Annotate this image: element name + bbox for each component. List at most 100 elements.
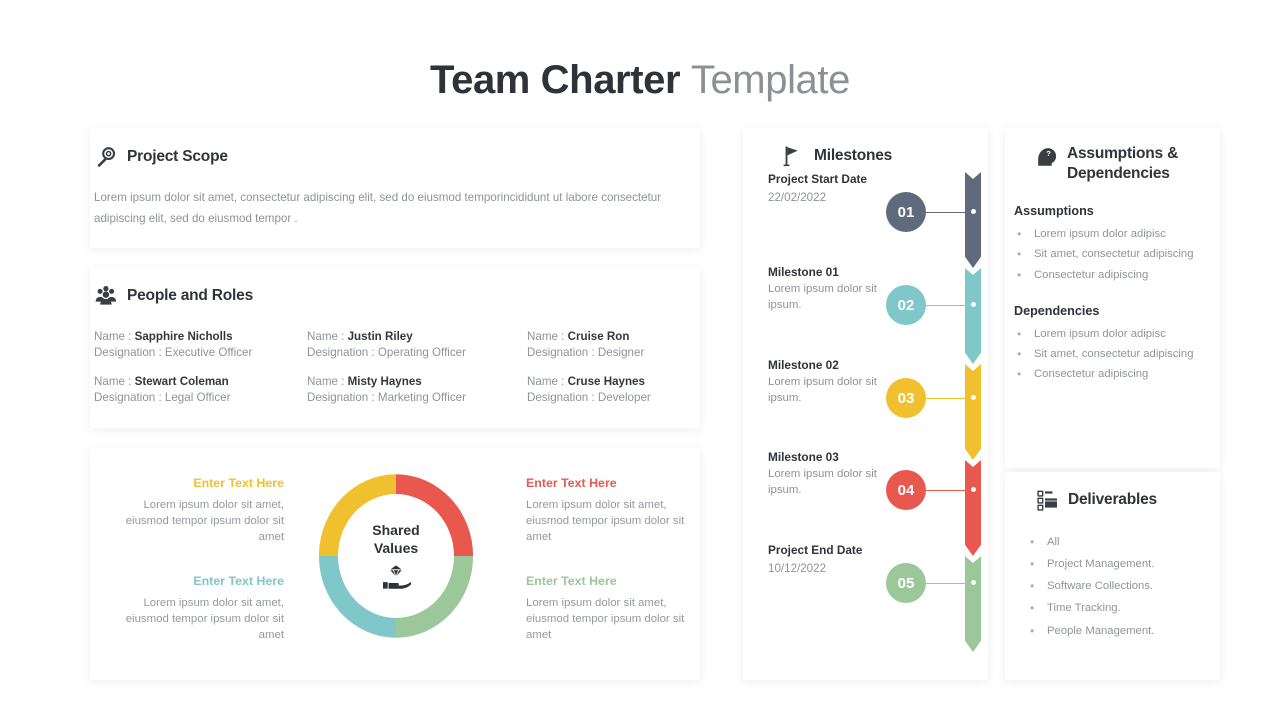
designation-label: Designation :	[94, 346, 162, 359]
milestone-row[interactable]: Milestone 02 Lorem ipsum dolor sit ipsum…	[743, 358, 988, 454]
person-designation: Marketing Officer	[377, 391, 466, 404]
milestone-date: 22/02/2022	[768, 191, 827, 204]
shared-value-label: Enter Text Here	[193, 574, 284, 588]
person-entry: Name : Misty Haynes Designation : Market…	[307, 375, 527, 404]
milestone-text: Milestone 02 Lorem ipsum dolor sit ipsum…	[768, 358, 883, 406]
milestone-title: Milestone 03	[768, 450, 839, 464]
milestone-number-badge[interactable]: 05	[886, 563, 926, 603]
deliverables-header: Deliverables	[1035, 488, 1220, 512]
assumptions-title-line2: Dependencies	[1067, 165, 1170, 183]
name-label: Name :	[307, 375, 345, 388]
page-title: Team Charter Template	[0, 58, 1280, 103]
project-scope-title: Project Scope	[127, 148, 228, 165]
milestone-row[interactable]: Milestone 03 Lorem ipsum dolor sit ipsum…	[743, 450, 988, 546]
name-label: Name :	[94, 375, 132, 388]
svg-text:?: ?	[1046, 149, 1051, 158]
donut-center-line2: Values	[373, 539, 419, 556]
milestones-header: Milestones	[781, 144, 988, 168]
shared-value-label: Enter Text Here	[526, 476, 617, 490]
milestones-timeline: Project Start Date 22/02/2022 01 Milesto…	[743, 172, 988, 672]
person-entry: Name : Cruise Ron Designation : Designer	[527, 330, 696, 359]
shared-value-top-right: Enter Text Here Lorem ipsum dolor sit am…	[526, 476, 710, 546]
milestone-connector	[924, 489, 970, 491]
donut-center-line1: Shared	[372, 521, 420, 538]
milestone-connector	[924, 582, 970, 584]
shared-value-text: Lorem ipsum dolor sit amet, eiusmod temp…	[125, 597, 284, 642]
shared-value-top-left: Enter Text Here Lorem ipsum dolor sit am…	[100, 476, 284, 546]
milestone-connector	[924, 211, 970, 213]
milestone-title: Milestone 01	[768, 265, 839, 279]
milestone-dot	[970, 395, 976, 400]
assumption-item: Consectetur adipiscing	[1014, 266, 1220, 284]
milestone-row[interactable]: Project Start Date 22/02/2022 01	[743, 172, 988, 268]
shared-value-text: Lorem ipsum dolor sit amet, eiusmod temp…	[125, 499, 284, 544]
milestone-row[interactable]: Project End Date 10/12/2022 05	[743, 543, 988, 639]
people-group-icon	[94, 284, 118, 308]
magnifier-icon	[94, 145, 118, 169]
project-scope-card: Project Scope Lorem ipsum dolor sit amet…	[90, 128, 700, 248]
milestone-number-badge[interactable]: 04	[886, 470, 926, 510]
person-name: Misty Haynes	[347, 375, 422, 388]
name-label: Name :	[94, 330, 132, 343]
name-label: Name :	[527, 330, 565, 343]
assumptions-dependencies-title: Assumptions & Dependencies	[1067, 144, 1178, 184]
milestone-title: Project End Date	[768, 543, 863, 557]
assumptions-list: Lorem ipsum dolor adipisc Sit amet, cons…	[1014, 225, 1220, 284]
page-title-sub: Template	[690, 58, 851, 102]
shared-value-label: Enter Text Here	[526, 574, 617, 588]
designation-label: Designation :	[94, 391, 162, 404]
person-entry: Name : Sapphire Nicholls Designation : E…	[94, 330, 307, 359]
person-entry: Name : Stewart Coleman Designation : Leg…	[94, 375, 307, 404]
milestone-desc: Lorem ipsum dolor sit ipsum.	[768, 468, 877, 497]
milestone-dot	[970, 302, 976, 307]
person-designation: Operating Officer	[377, 346, 466, 359]
designation-label: Designation :	[307, 391, 375, 404]
assumptions-title-line1: Assumptions &	[1067, 145, 1179, 162]
milestone-text: Milestone 01 Lorem ipsum dolor sit ipsum…	[768, 265, 883, 313]
milestone-desc: Lorem ipsum dolor sit ipsum.	[768, 376, 877, 405]
person-name: Cruse Haynes	[567, 375, 645, 388]
assumptions-subheading: Assumptions	[1014, 204, 1094, 219]
person-name: Sapphire Nicholls	[134, 330, 233, 343]
assumption-item: Sit amet, consectetur adipiscing	[1014, 245, 1220, 263]
shared-values-card: Enter Text Here Lorem ipsum dolor sit am…	[90, 448, 700, 680]
shared-value-text: Lorem ipsum dolor sit amet, eiusmod temp…	[526, 499, 685, 544]
milestone-dot	[970, 580, 976, 585]
shared-values-donut: Shared Values	[302, 456, 490, 656]
deliverable-item: Project Management.	[1027, 555, 1220, 573]
shared-value-label: Enter Text Here	[193, 476, 284, 490]
milestone-connector	[924, 397, 970, 399]
milestone-dot	[970, 487, 976, 492]
person-entry: Name : Cruse Haynes Designation : Develo…	[527, 375, 696, 404]
diamond-in-hand-icon	[383, 565, 411, 590]
dependency-item: Sit amet, consectetur adipiscing	[1014, 345, 1220, 363]
milestone-date: 10/12/2022	[768, 562, 827, 575]
milestone-text: Project End Date 10/12/2022	[768, 543, 883, 575]
shared-value-text: Lorem ipsum dolor sit amet, eiusmod temp…	[526, 597, 685, 642]
dependency-item: Lorem ipsum dolor adipisc	[1014, 325, 1220, 343]
deliverable-item: People Management.	[1027, 622, 1220, 640]
milestone-row[interactable]: Milestone 01 Lorem ipsum dolor sit ipsum…	[743, 265, 988, 361]
milestone-number-badge[interactable]: 03	[886, 378, 926, 418]
dependency-item: Consectetur adipiscing	[1014, 365, 1220, 383]
deliverables-card: Deliverables All Project Management. Sof…	[1005, 472, 1220, 680]
slide-root: Team Charter Template Project Scope Lore…	[0, 0, 1280, 720]
name-label: Name :	[307, 330, 345, 343]
deliverable-item: All	[1027, 533, 1220, 551]
dependencies-subheading: Dependencies	[1014, 303, 1100, 318]
person-designation: Legal Officer	[164, 391, 231, 404]
person-designation: Developer	[597, 391, 651, 404]
milestone-title: Milestone 02	[768, 358, 839, 372]
name-label: Name :	[527, 375, 565, 388]
milestone-number-badge[interactable]: 02	[886, 285, 926, 325]
milestone-dot	[970, 209, 976, 214]
donut-center-hub: Shared Values	[338, 494, 454, 618]
project-scope-body: Lorem ipsum dolor sit amet, consectetur …	[94, 191, 662, 226]
milestone-number-badge[interactable]: 01	[886, 192, 926, 232]
assumptions-dependencies-header: ? Assumptions & Dependencies	[1035, 144, 1220, 184]
deliverable-item: Time Tracking.	[1027, 599, 1220, 617]
deliverables-list: All Project Management. Software Collect…	[1027, 533, 1220, 640]
designation-label: Designation :	[527, 346, 595, 359]
dependencies-list: Lorem ipsum dolor adipisc Sit amet, cons…	[1014, 325, 1220, 384]
flag-icon	[781, 144, 805, 168]
